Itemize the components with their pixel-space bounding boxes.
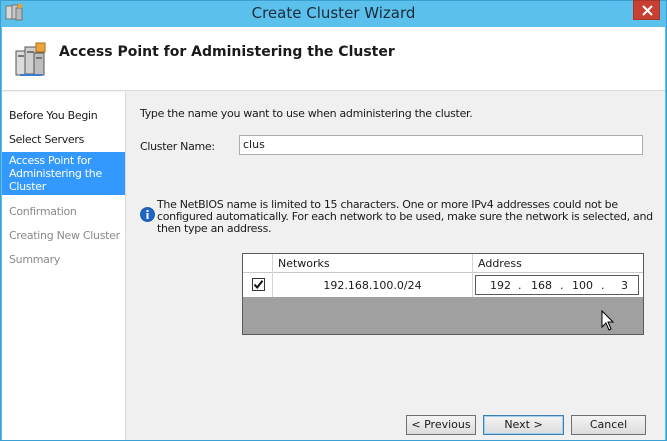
cluster-servers-icon xyxy=(15,42,46,76)
network-checkbox[interactable] xyxy=(252,278,265,291)
next-button[interactable]: Next > xyxy=(483,415,564,435)
step-access-point[interactable]: Access Point for Administering the Clust… xyxy=(2,152,125,195)
netbios-info-text: The NetBIOS name is limited to 15 charac… xyxy=(157,198,653,235)
checkmark-icon xyxy=(253,280,264,290)
previous-button[interactable]: < Previous xyxy=(406,415,476,435)
ip-separator: . xyxy=(601,279,605,292)
step-select-servers[interactable]: Select Servers xyxy=(2,129,125,150)
network-value: 192.168.100.0/24 xyxy=(323,279,422,292)
ip-octet-4[interactable]: 3 xyxy=(621,279,628,292)
header-check-column xyxy=(243,254,273,273)
mouse-cursor-icon xyxy=(601,310,615,331)
ip-separator: . xyxy=(518,279,522,292)
ip-separator: . xyxy=(560,279,564,292)
row-check-cell xyxy=(243,273,273,297)
step-confirmation: Confirmation xyxy=(9,205,77,218)
close-button[interactable] xyxy=(633,0,660,20)
row-address-cell: 192 . 168 . 100 . 3 xyxy=(473,273,643,297)
row-network-cell: 192.168.100.0/24 xyxy=(273,273,473,297)
cluster-name-input[interactable]: clus xyxy=(239,135,643,155)
table-row[interactable]: 192.168.100.0/24 192 . 168 . 100 . 3 xyxy=(243,273,643,297)
cluster-name-label: Cluster Name: xyxy=(140,140,215,153)
grid-header: Networks Address xyxy=(243,254,643,273)
step-creating-new-cluster: Creating New Cluster xyxy=(9,229,120,242)
info-icon xyxy=(140,207,155,222)
wizard-client-area: Access Point for Administering the Clust… xyxy=(2,27,665,440)
header-networks[interactable]: Networks xyxy=(273,254,473,273)
header-address[interactable]: Address xyxy=(473,254,643,273)
wizard-steps-sidebar: Before You Begin Select Servers Access P… xyxy=(2,92,126,440)
ip-octet-1[interactable]: 192 xyxy=(490,279,511,292)
wizard-footer: < Previous Next > Cancel xyxy=(127,400,665,440)
wizard-header: Access Point for Administering the Clust… xyxy=(2,27,665,91)
title-bar[interactable]: Create Cluster Wizard xyxy=(1,0,666,27)
cancel-button[interactable]: Cancel xyxy=(571,415,646,435)
step-before-you-begin[interactable]: Before You Begin xyxy=(2,105,125,126)
wizard-window: Create Cluster Wizard Access Point for A… xyxy=(0,0,667,441)
ip-address-input[interactable]: 192 . 168 . 100 . 3 xyxy=(475,275,639,295)
wizard-content: Type the name you want to use when admin… xyxy=(127,92,665,400)
close-icon xyxy=(642,5,653,16)
instruction-text: Type the name you want to use when admin… xyxy=(140,107,473,120)
networks-grid: Networks Address 192.168.100.0/24 192 . … xyxy=(242,253,644,335)
ip-octet-2[interactable]: 168 xyxy=(531,279,552,292)
step-summary: Summary xyxy=(9,253,61,266)
ip-octet-3[interactable]: 100 xyxy=(572,279,593,292)
window-title: Create Cluster Wizard xyxy=(251,4,416,22)
page-title: Access Point for Administering the Clust… xyxy=(59,44,395,60)
